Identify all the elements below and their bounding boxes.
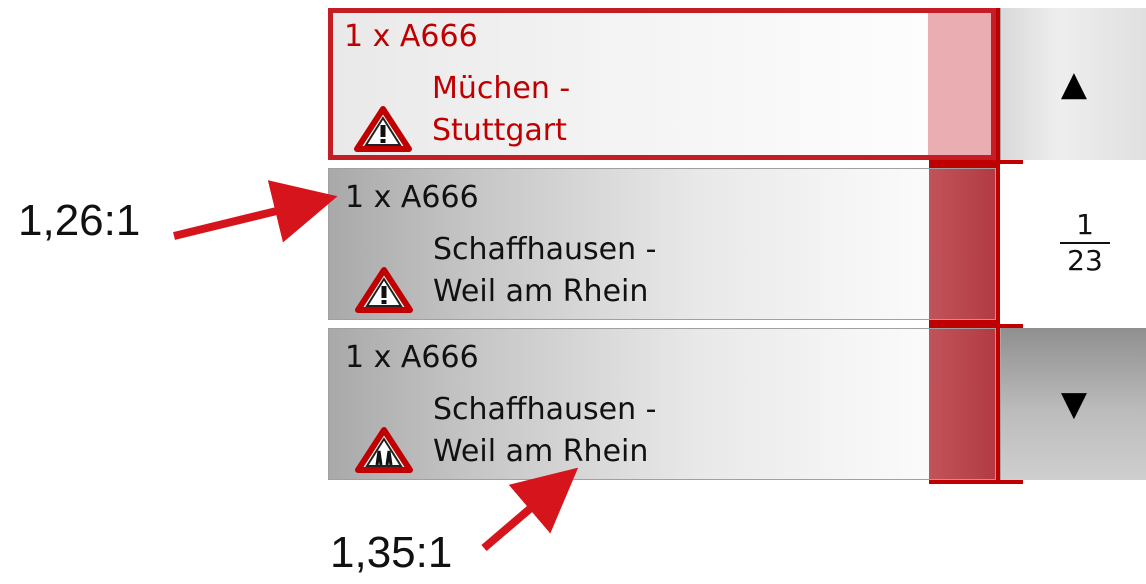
callout-arrow-top xyxy=(173,180,338,243)
callout-arrow-bottom xyxy=(481,467,579,552)
annotation-arrows xyxy=(173,180,579,552)
